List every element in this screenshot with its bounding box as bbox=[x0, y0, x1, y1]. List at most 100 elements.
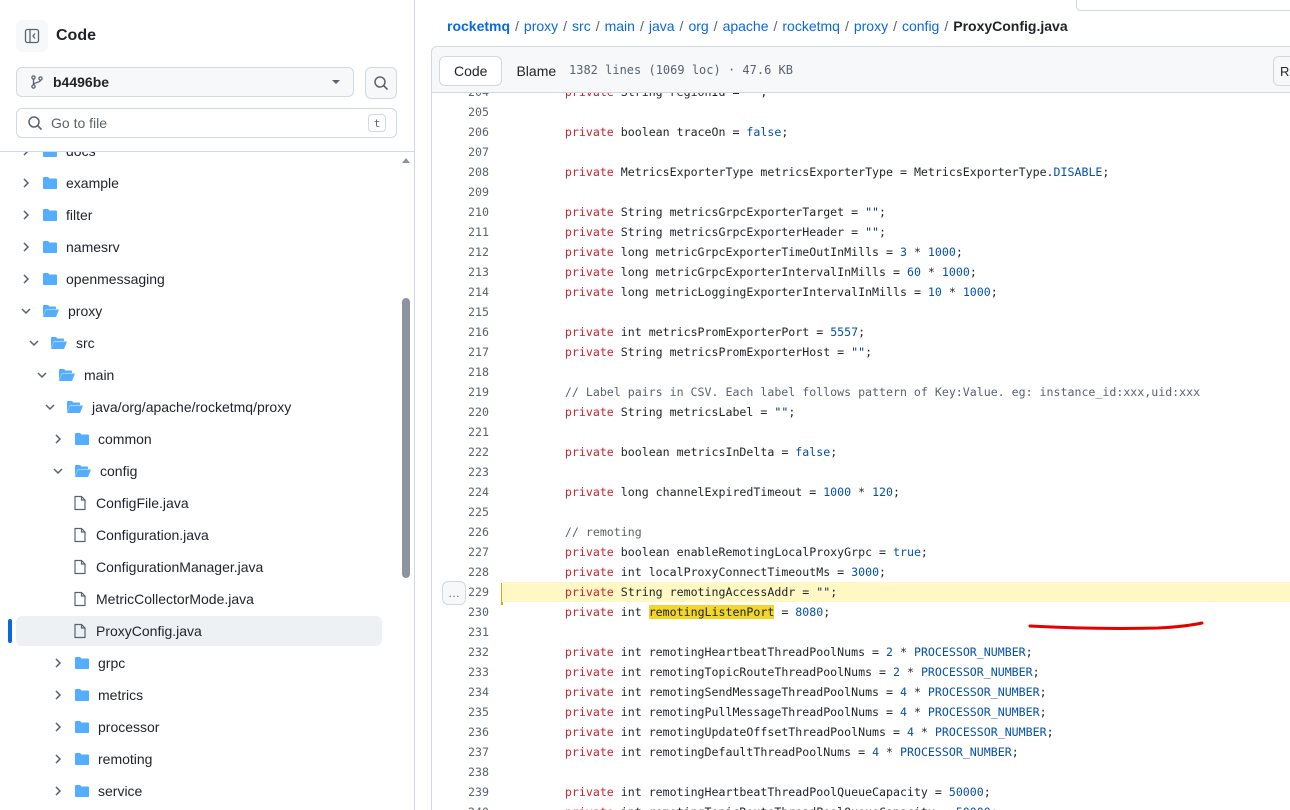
tree-folder[interactable]: remoting bbox=[52, 744, 152, 774]
branch-selector-button[interactable]: b4496be bbox=[16, 67, 354, 97]
code-line: 235 private int remotingPullMessageThrea… bbox=[432, 702, 1290, 722]
line-number[interactable]: 207 bbox=[432, 142, 489, 162]
chevron-right-icon[interactable] bbox=[20, 209, 32, 221]
code-text: private int localProxyConnectTimeoutMs =… bbox=[564, 565, 887, 579]
tree-folder[interactable]: main bbox=[36, 360, 114, 390]
line-number[interactable]: 232 bbox=[432, 642, 489, 662]
line-number[interactable]: 236 bbox=[432, 722, 489, 742]
line-number[interactable]: 237 bbox=[432, 742, 489, 762]
chevron-down-icon[interactable] bbox=[36, 369, 48, 381]
line-number[interactable]: 221 bbox=[432, 422, 489, 442]
line-number[interactable]: 235 bbox=[432, 702, 489, 722]
breadcrumb-link[interactable]: java bbox=[649, 18, 675, 34]
line-number[interactable]: 233 bbox=[432, 662, 489, 682]
line-number[interactable]: 227 bbox=[432, 542, 489, 562]
breadcrumb-link[interactable]: apache bbox=[723, 18, 769, 34]
tree-folder[interactable]: metrics bbox=[52, 680, 143, 710]
tree-folder[interactable]: common bbox=[52, 424, 152, 454]
tree-folder[interactable]: java/org/apache/rocketmq/proxy bbox=[44, 392, 291, 422]
line-number[interactable]: 229 bbox=[432, 582, 489, 602]
chevron-right-icon[interactable] bbox=[20, 273, 32, 285]
tree-folder[interactable]: docs bbox=[20, 152, 96, 166]
line-number[interactable]: 212 bbox=[432, 242, 489, 262]
raw-button[interactable]: Ra bbox=[1273, 56, 1290, 86]
breadcrumb-link[interactable]: main bbox=[605, 18, 635, 34]
tree-file[interactable]: Configuration.java bbox=[72, 520, 209, 550]
line-number[interactable]: 216 bbox=[432, 322, 489, 342]
tree-folder[interactable]: openmessaging bbox=[20, 264, 165, 294]
line-number[interactable]: 228 bbox=[432, 562, 489, 582]
chevron-right-icon[interactable] bbox=[20, 177, 32, 189]
line-number[interactable]: 230 bbox=[432, 602, 489, 622]
tree-file[interactable]: ConfigFile.java bbox=[72, 488, 189, 518]
tree-folder[interactable]: processor bbox=[52, 712, 159, 742]
breadcrumb-link[interactable]: config bbox=[902, 18, 939, 34]
tree-item-label: MetricCollectorMode.java bbox=[96, 591, 254, 607]
line-number[interactable]: 223 bbox=[432, 462, 489, 482]
go-to-file-input[interactable]: Go to file t bbox=[16, 108, 397, 138]
file-tree-sidebar: Code b4496be Go to file t docs example fil… bbox=[0, 0, 415, 810]
line-number[interactable]: 231 bbox=[432, 622, 489, 642]
scroll-up-arrow-icon[interactable] bbox=[401, 156, 411, 164]
collapse-sidebar-button[interactable] bbox=[16, 20, 48, 52]
breadcrumb-link[interactable]: src bbox=[572, 18, 591, 34]
scrollbar-thumb[interactable] bbox=[402, 298, 410, 578]
line-number[interactable]: 239 bbox=[432, 782, 489, 802]
breadcrumb-link[interactable]: rocketmq bbox=[447, 18, 510, 34]
line-number[interactable]: 210 bbox=[432, 202, 489, 222]
breadcrumb-link[interactable]: proxy bbox=[854, 18, 888, 34]
breadcrumb-link[interactable]: org bbox=[688, 18, 708, 34]
line-number[interactable]: 205 bbox=[432, 102, 489, 122]
line-number[interactable]: 240 bbox=[432, 802, 489, 810]
search-files-button[interactable] bbox=[365, 67, 397, 99]
code-text: private String metricsLabel = ""; bbox=[564, 405, 796, 419]
line-number[interactable]: 204 bbox=[432, 93, 489, 102]
line-number[interactable]: 224 bbox=[432, 482, 489, 502]
line-number[interactable]: 219 bbox=[432, 382, 489, 402]
breadcrumb-link[interactable]: proxy bbox=[524, 18, 558, 34]
chevron-right-icon[interactable] bbox=[52, 657, 64, 669]
chevron-right-icon[interactable] bbox=[20, 241, 32, 253]
tree-file[interactable]: ConfigurationManager.java bbox=[72, 552, 263, 582]
line-number[interactable]: 220 bbox=[432, 402, 489, 422]
line-number[interactable]: 226 bbox=[432, 522, 489, 542]
line-number[interactable]: 206 bbox=[432, 122, 489, 142]
tree-file[interactable]: ProxyConfig.java bbox=[16, 616, 382, 646]
tree-folder[interactable]: grpc bbox=[52, 648, 125, 678]
tree-file[interactable]: MetricCollectorMode.java bbox=[72, 584, 254, 614]
chevron-down-icon[interactable] bbox=[20, 305, 32, 317]
line-number[interactable]: 214 bbox=[432, 282, 489, 302]
chevron-right-icon[interactable] bbox=[52, 785, 64, 797]
line-number[interactable]: 211 bbox=[432, 222, 489, 242]
line-number[interactable]: 225 bbox=[432, 502, 489, 522]
tree-folder[interactable]: example bbox=[20, 168, 119, 198]
line-number[interactable]: 217 bbox=[432, 342, 489, 362]
line-number[interactable]: 234 bbox=[432, 682, 489, 702]
line-number[interactable]: 209 bbox=[432, 182, 489, 202]
tab-code[interactable]: Code bbox=[439, 56, 503, 86]
tree-scrollbar[interactable] bbox=[398, 152, 414, 810]
tree-folder[interactable]: filter bbox=[20, 200, 92, 230]
line-number[interactable]: 218 bbox=[432, 362, 489, 382]
tree-folder[interactable]: service bbox=[52, 776, 142, 806]
tree-folder[interactable]: proxy bbox=[20, 296, 102, 326]
tree-folder[interactable]: src bbox=[28, 328, 95, 358]
tree-folder[interactable]: namesrv bbox=[20, 232, 120, 262]
line-number[interactable]: 238 bbox=[432, 762, 489, 782]
line-number[interactable]: 208 bbox=[432, 162, 489, 182]
chevron-right-icon[interactable] bbox=[52, 753, 64, 765]
tree-folder[interactable]: config bbox=[52, 456, 137, 486]
chevron-down-icon[interactable] bbox=[28, 337, 40, 349]
line-number[interactable]: 222 bbox=[432, 442, 489, 462]
tab-blame[interactable]: Blame bbox=[502, 56, 570, 86]
line-number[interactable]: 213 bbox=[432, 262, 489, 282]
chevron-down-icon[interactable] bbox=[52, 465, 64, 477]
chevron-right-icon[interactable] bbox=[20, 152, 32, 157]
line-number[interactable]: 215 bbox=[432, 302, 489, 322]
chevron-right-icon[interactable] bbox=[52, 433, 64, 445]
breadcrumb-link[interactable]: rocketmq bbox=[782, 18, 840, 34]
chevron-down-icon[interactable] bbox=[44, 401, 56, 413]
chevron-right-icon[interactable] bbox=[52, 721, 64, 733]
chevron-right-icon[interactable] bbox=[52, 689, 64, 701]
code-text: private int remotingHeartbeatThreadPoolQ… bbox=[564, 785, 991, 799]
